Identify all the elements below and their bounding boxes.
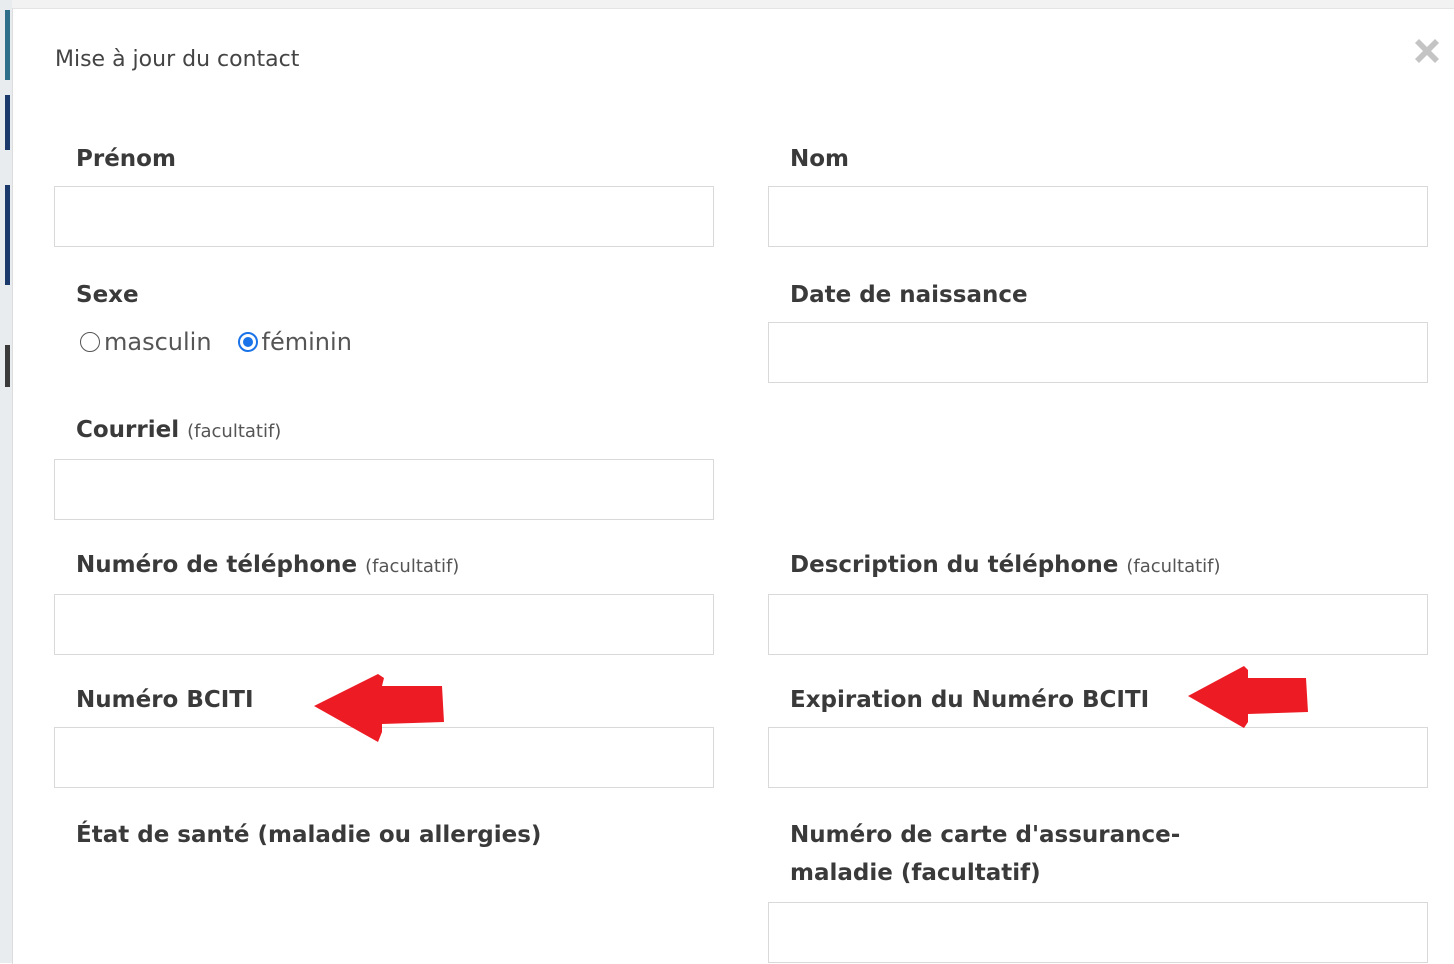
telephone-description-input[interactable]	[768, 594, 1428, 655]
telephone-description-optional-text: (facultatif)	[1126, 556, 1221, 577]
carte-assurance-input[interactable]	[768, 902, 1428, 963]
close-icon[interactable]	[1409, 33, 1445, 69]
radio-masculin[interactable]	[80, 332, 100, 352]
field-prenom: Prénom	[54, 140, 714, 247]
courriel-input[interactable]	[54, 459, 714, 520]
etat-sante-label: État de santé (maladie ou allergies)	[76, 822, 542, 848]
background-strip-segment	[5, 345, 10, 387]
courriel-label-text: Courriel	[76, 417, 180, 443]
dialog-title: Mise à jour du contact	[55, 47, 300, 72]
field-telephone: Numéro de téléphone (facultatif)	[54, 546, 714, 655]
date-naissance-label: Date de naissance	[790, 282, 1028, 308]
radio-feminin-label: féminin	[261, 328, 352, 356]
bciti-expiration-label: Expiration du Numéro BCITI	[790, 687, 1150, 713]
radio-option-masculin[interactable]: masculin	[80, 328, 212, 356]
radio-feminin[interactable]	[237, 332, 258, 352]
field-date-naissance: Date de naissance	[768, 276, 1428, 383]
telephone-optional-text: (facultatif)	[365, 556, 460, 577]
field-telephone-description: Description du téléphone (facultatif)	[768, 546, 1428, 655]
telephone-label: Numéro de téléphone (facultatif)	[54, 546, 714, 586]
prenom-label: Prénom	[76, 146, 176, 172]
field-sexe: Sexe	[54, 276, 714, 314]
red-arrow-left-icon	[1188, 666, 1308, 728]
telephone-description-label: Description du téléphone (facultatif)	[768, 546, 1428, 586]
field-courriel: Courriel (facultatif)	[54, 411, 714, 520]
field-nom: Nom	[768, 140, 1428, 247]
telephone-input[interactable]	[54, 594, 714, 655]
background-strip-segment	[5, 95, 10, 150]
courriel-optional-text: (facultatif)	[187, 421, 282, 442]
radio-masculin-label: masculin	[104, 328, 212, 356]
sexe-label: Sexe	[76, 282, 139, 308]
field-carte-assurance: Numéro de carte d'assurance-maladie (fac…	[768, 816, 1428, 963]
prenom-input[interactable]	[54, 186, 714, 247]
field-bciti-expiration: Expiration du Numéro BCITI	[768, 681, 1428, 788]
bciti-expiration-input[interactable]	[768, 727, 1428, 788]
background-strip-segment	[5, 185, 10, 285]
radio-option-feminin[interactable]: féminin	[237, 328, 352, 356]
background-page-edge	[0, 0, 12, 963]
nom-label: Nom	[790, 146, 850, 172]
date-naissance-input[interactable]	[768, 322, 1428, 383]
field-etat-sante: État de santé (maladie ou allergies)	[54, 816, 714, 854]
nom-input[interactable]	[768, 186, 1428, 247]
sexe-radio-group: masculin féminin	[80, 328, 378, 356]
red-arrow-left-icon	[314, 674, 444, 742]
courriel-label: Courriel (facultatif)	[54, 411, 714, 451]
telephone-description-label-text: Description du téléphone	[790, 552, 1119, 578]
background-strip-segment	[5, 10, 10, 80]
telephone-label-text: Numéro de téléphone	[76, 552, 358, 578]
carte-assurance-label: Numéro de carte d'assurance-maladie (fac…	[790, 822, 1181, 886]
